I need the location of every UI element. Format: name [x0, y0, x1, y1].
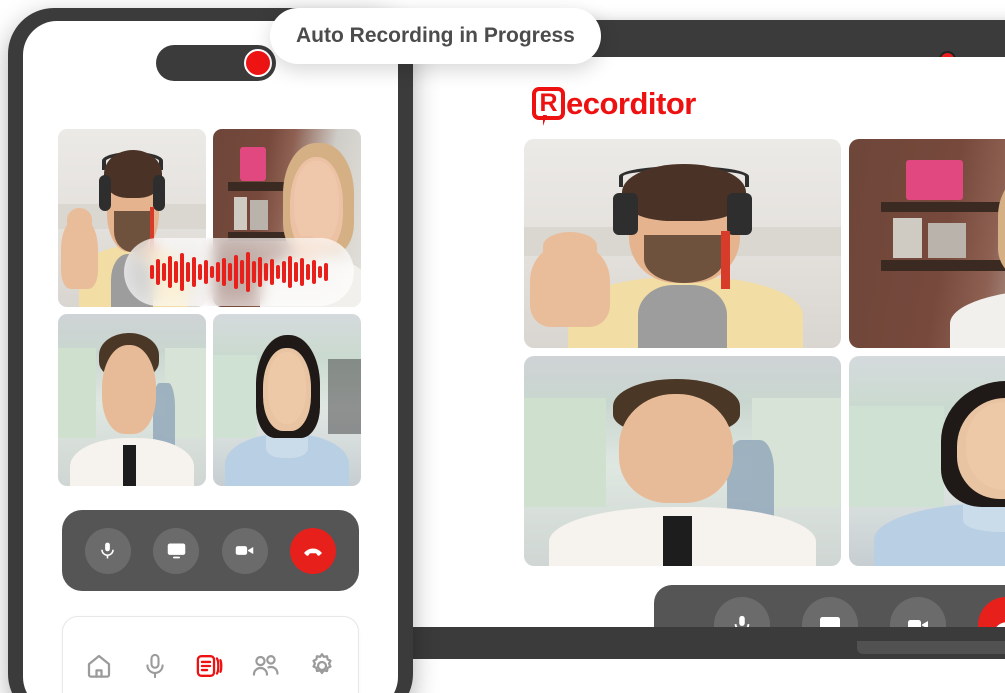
microphone-icon: [101, 542, 114, 559]
waveform-bar: [294, 262, 298, 282]
desktop-video-grid: [524, 139, 1005, 566]
waveform-bar: [186, 262, 190, 282]
monitor-icon: [820, 617, 840, 627]
waveform-bar: [300, 258, 304, 286]
nav-record[interactable]: [135, 646, 175, 686]
nav-home[interactable]: [79, 646, 119, 686]
gear-icon: [312, 653, 332, 675]
desktop-app-window: R ecorditor: [384, 57, 1005, 627]
record-indicator-icon: [244, 49, 272, 77]
waveform-bar: [264, 263, 268, 281]
recording-toggle[interactable]: [156, 45, 276, 81]
waveform-bar: [168, 256, 172, 288]
phone-call-controls: [62, 510, 359, 591]
waveform-bar: [282, 261, 286, 283]
microphone-icon: [146, 653, 164, 679]
video-tile[interactable]: [849, 139, 1005, 348]
nav-people[interactable]: [246, 646, 286, 686]
waveform-bar: [306, 264, 310, 280]
waveform-bar: [150, 265, 154, 279]
waveform-bar: [180, 253, 184, 291]
waveform-bar: [162, 263, 166, 281]
end-call-button[interactable]: [978, 597, 1005, 627]
monitor-icon: [167, 543, 185, 559]
microphone-icon: [734, 615, 750, 627]
waveform-bar: [318, 266, 322, 278]
video-tile[interactable]: [524, 139, 841, 348]
microphone-button[interactable]: [84, 527, 131, 574]
waveform-bar: [174, 261, 178, 283]
end-call-button[interactable]: [290, 527, 337, 574]
audio-waveform: [124, 238, 354, 306]
waveform-bar: [324, 263, 328, 281]
camera-button[interactable]: [890, 597, 946, 627]
waveform-bar: [198, 264, 202, 280]
waveform-bar: [156, 259, 160, 285]
laptop-base-notch: [857, 641, 1005, 654]
waveform-bar: [246, 252, 250, 292]
video-camera-icon: [236, 546, 254, 555]
phone-app-screen: [23, 21, 398, 693]
transcript-icon: [197, 655, 223, 677]
phone-hangup-icon: [304, 548, 323, 556]
phone-video-grid: [58, 129, 361, 486]
camera-button[interactable]: [221, 527, 268, 574]
people-icon: [253, 655, 279, 676]
waveform-bar: [240, 260, 244, 284]
screenshot-root: R ecorditor Auto Recording in Progress: [0, 0, 1005, 693]
phone-bottom-nav: [62, 616, 359, 693]
waveform-bar: [276, 265, 280, 279]
brand-logo: R ecorditor: [532, 86, 696, 126]
recording-status-tooltip: Auto Recording in Progress: [270, 8, 601, 64]
video-camera-icon: [908, 620, 928, 627]
desktop-call-controls: [654, 585, 1005, 627]
waveform-bar: [222, 258, 226, 286]
screen-share-button[interactable]: [802, 597, 858, 627]
video-tile[interactable]: [524, 356, 841, 566]
nav-settings[interactable]: [302, 646, 342, 686]
waveform-bar: [234, 255, 238, 289]
waveform-bar: [252, 261, 256, 283]
waveform-bar: [228, 263, 232, 281]
laptop-mockup: R ecorditor: [342, 20, 1005, 659]
logo-wordmark: ecorditor: [566, 86, 696, 121]
waveform-bar: [204, 260, 208, 284]
phone-hangup-icon: [996, 622, 1005, 627]
video-tile[interactable]: [849, 356, 1005, 566]
screen-share-button[interactable]: [153, 527, 200, 574]
waveform-bar: [312, 260, 316, 284]
phone-mockup: [8, 8, 413, 693]
nav-transcript[interactable]: [190, 646, 230, 686]
waveform-bar: [210, 266, 214, 278]
waveform-bar: [192, 257, 196, 287]
video-tile[interactable]: [58, 314, 206, 486]
video-tile[interactable]: [213, 314, 361, 486]
logo-mark-icon: R: [532, 87, 565, 126]
waveform-bar: [216, 262, 220, 282]
microphone-button[interactable]: [714, 597, 770, 627]
waveform-bar: [288, 256, 292, 288]
waveform-bar: [258, 257, 262, 287]
waveform-bar: [270, 259, 274, 285]
home-icon: [87, 654, 110, 678]
